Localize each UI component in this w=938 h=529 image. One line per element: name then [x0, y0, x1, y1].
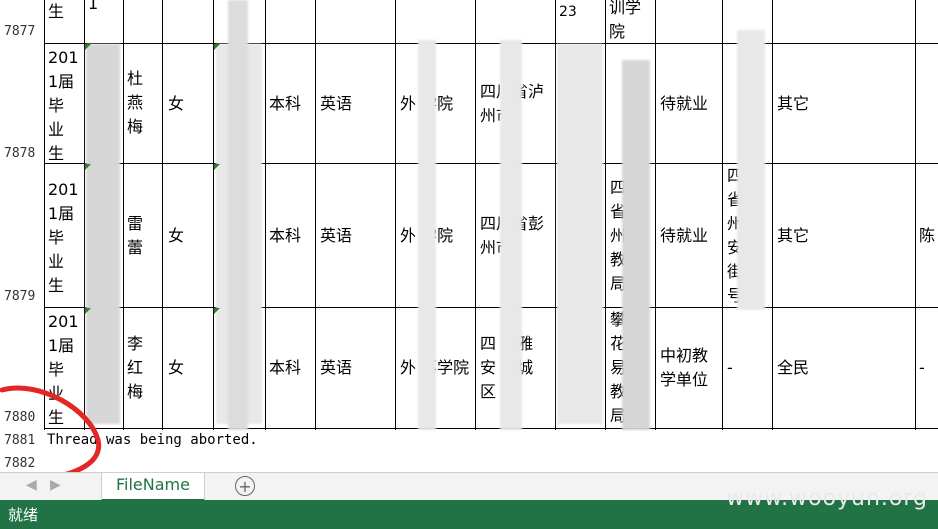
plus-circle-icon[interactable]: + — [235, 476, 255, 496]
grid-line — [655, 0, 656, 430]
redaction-blur — [418, 40, 436, 430]
cell-college[interactable]: 外 事学院 — [400, 356, 474, 380]
red-annotation-mark — [0, 385, 102, 472]
status-bar: 就绪 www.wooyun.org — [0, 486, 938, 529]
cell-status[interactable]: 待就业 — [660, 92, 722, 116]
spreadsheet-grid[interactable]: 7877 7878 7879 7880 7881 7882 生 1 23 训学 … — [0, 0, 938, 472]
grid-line — [44, 428, 938, 429]
cell-type[interactable]: 其它 — [777, 92, 837, 116]
cell-college[interactable]: 外 学院 — [400, 92, 474, 116]
error-indicator[interactable] — [214, 308, 220, 314]
row-header-7879[interactable]: 7879 — [0, 289, 44, 304]
cell-degree[interactable]: 本科 — [269, 92, 313, 116]
grid-line — [915, 0, 916, 430]
cell-name[interactable]: 李 红 梅 — [127, 332, 161, 404]
redaction-blur — [228, 0, 248, 430]
cell-name[interactable]: 杜 燕 梅 — [127, 67, 161, 139]
cell-degree[interactable]: 本科 — [269, 356, 313, 380]
grid-line — [123, 0, 124, 430]
grid-line — [162, 0, 163, 430]
grid-line — [44, 0, 45, 430]
grid-line — [722, 0, 723, 430]
status-text: 就绪 — [8, 506, 39, 524]
redaction-blur — [500, 40, 522, 430]
cell-status[interactable]: 待就业 — [660, 224, 722, 248]
cell-name[interactable]: 雷 蕾 — [127, 212, 161, 260]
grid-line — [315, 0, 316, 430]
cell-extra[interactable]: 陈 — [919, 224, 938, 248]
cell-partial[interactable]: 23 — [559, 0, 603, 24]
cell-partial[interactable]: 生 — [48, 0, 82, 24]
scroll-left-icon[interactable]: ◀ — [26, 477, 40, 493]
cell-gender[interactable]: 女 — [168, 224, 208, 248]
redaction-blur — [737, 30, 765, 310]
grid-line — [265, 0, 266, 430]
cell-college[interactable]: 外 学院 — [400, 224, 474, 248]
grid-line — [475, 0, 476, 430]
row-header-7877[interactable]: 7877 — [0, 24, 44, 39]
grid-line — [44, 307, 938, 308]
redaction-blur — [557, 44, 603, 424]
redaction-blur — [86, 44, 120, 424]
cell-partial[interactable]: 1 — [88, 0, 118, 16]
cell-status[interactable]: 中初教 学单位 — [660, 344, 722, 392]
cell-type[interactable]: 其它 — [777, 224, 837, 248]
error-indicator[interactable] — [214, 164, 220, 170]
cell-gender[interactable]: 女 — [168, 92, 208, 116]
grid-line — [395, 0, 396, 430]
grid-line — [555, 0, 556, 430]
cell-major[interactable]: 英语 — [320, 92, 390, 116]
error-indicator[interactable] — [214, 44, 220, 50]
error-indicator[interactable] — [85, 164, 91, 170]
cell-type[interactable]: 全民 — [777, 356, 837, 380]
grid-line — [84, 0, 85, 430]
grid-line — [44, 43, 938, 44]
cell-extra[interactable]: - — [919, 356, 938, 380]
cell-gender[interactable]: 女 — [168, 356, 208, 380]
watermark: www.wooyun.org — [726, 486, 928, 511]
grid-line — [605, 0, 606, 430]
error-indicator[interactable] — [85, 44, 91, 50]
cell-major[interactable]: 英语 — [320, 356, 390, 380]
sheet-tab-filename[interactable]: FileName — [101, 473, 205, 502]
cell-major[interactable]: 英语 — [320, 224, 390, 248]
cell-graduate-year[interactable]: 201 1届 毕 业 生 — [48, 46, 82, 166]
cell-employer-addr[interactable]: - — [727, 356, 767, 380]
grid-line — [772, 0, 773, 430]
scroll-right-icon[interactable]: ▶ — [50, 477, 64, 493]
cell-graduate-year[interactable]: 201 1届 毕 业 生 — [48, 178, 82, 298]
grid-line — [44, 163, 938, 164]
redaction-blur — [622, 60, 650, 430]
cell-degree[interactable]: 本科 — [269, 224, 313, 248]
error-indicator[interactable] — [85, 308, 91, 314]
row-header-7878[interactable]: 7878 — [0, 146, 44, 161]
cell-partial[interactable]: 训学 院 — [609, 0, 653, 44]
grid-line — [213, 0, 214, 430]
